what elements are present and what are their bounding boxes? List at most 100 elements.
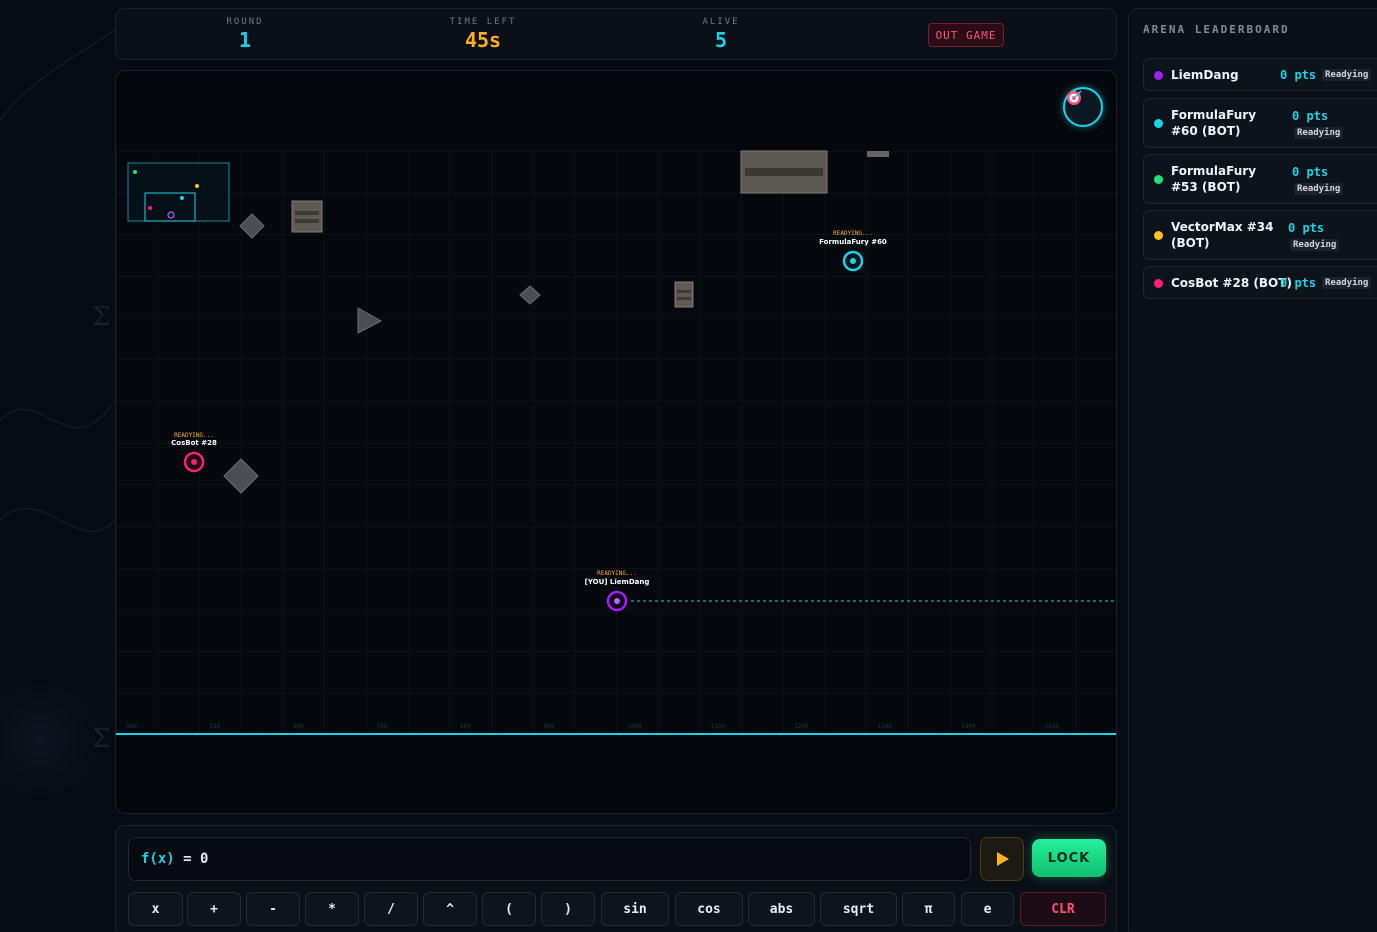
obstacle-stripe [677, 297, 691, 300]
arena-leaderboard: ARENA LEADERBOARD LiemDang 0 pts Readyin… [1128, 8, 1377, 932]
minimap-dot [180, 196, 184, 200]
background-decoration: Σ Σ [0, 0, 115, 932]
stats-bar: ROUND 1 TIME LEFT 45s ALIVE 5 OUT GAME [115, 8, 1117, 60]
formula-prefix: f(x) [141, 851, 175, 867]
player-core [850, 258, 856, 264]
target-icon [1067, 90, 1082, 105]
arena-canvas: 100 150 600 700 800 900 1000 1100 1200 1300 1400 15… [116, 150, 1116, 735]
player-color-dot [1154, 231, 1163, 240]
arena-grid [116, 151, 1116, 733]
round-value: 1 [238, 28, 252, 52]
player-color-dot [1154, 279, 1163, 288]
axis-tick-label: 1400 [961, 723, 976, 730]
key-e[interactable]: e [961, 892, 1014, 926]
leaderboard-name: FormulaFury #60 (BOT) [1171, 108, 1257, 138]
recenter-target-button[interactable] [1063, 87, 1103, 127]
player-status: READYING... [833, 230, 873, 237]
player-label: CosBot #28 [171, 439, 217, 447]
leaderboard-status: Readying [1322, 277, 1372, 289]
sigma-glyph: Σ [92, 302, 111, 332]
leaderboard-title: ARENA LEADERBOARD [1143, 23, 1290, 36]
axis-tick-label: 1000 [627, 723, 642, 730]
axis-tick-label: 1100 [711, 723, 726, 730]
leaderboard-name: CosBot #28 (BOT) [1171, 276, 1292, 290]
obstacle-crate [674, 281, 694, 308]
key-sin[interactable]: sin [601, 892, 669, 926]
key-cos[interactable]: cos [675, 892, 743, 926]
out-game-button[interactable]: OUT GAME [928, 23, 1004, 47]
alive-label: ALIVE [702, 17, 740, 27]
leaderboard-name: VectorMax #34 (BOT) [1171, 220, 1274, 250]
leaderboard-points: 0 pts [1292, 109, 1329, 123]
player-label: [YOU] LiemDang [585, 578, 650, 586]
key-divide[interactable]: / [364, 892, 418, 926]
obstacle-crate [291, 200, 323, 233]
axis-tick-label: 150 [210, 723, 221, 730]
formula-panel: f(x) = 0 LOCK x + - * / ^ ( ) sin cos ab… [115, 825, 1117, 932]
preview-play-button[interactable] [980, 837, 1024, 881]
axis-tick-label: 800 [460, 723, 471, 730]
alive-stat: ALIVE 5 [661, 17, 781, 52]
key-power[interactable]: ^ [423, 892, 477, 926]
key-open-paren[interactable]: ( [482, 892, 536, 926]
leaderboard-name: LiemDang [1171, 68, 1239, 82]
alive-value: 5 [714, 28, 728, 52]
player-status: READYING... [174, 432, 214, 439]
lock-button[interactable]: LOCK [1032, 839, 1106, 877]
leaderboard-points: 0 pts [1292, 165, 1329, 179]
leaderboard-status: Readying [1294, 183, 1344, 195]
axis-tick-label: 1200 [794, 723, 809, 730]
time-stat: TIME LEFT 45s [423, 17, 543, 52]
player-label: FormulaFury #60 [819, 238, 887, 246]
obstacle-crate [867, 151, 889, 157]
key-clear[interactable]: CLR [1020, 892, 1106, 926]
leaderboard-points: 0 pts [1280, 276, 1317, 290]
round-label: ROUND [226, 17, 264, 27]
key-abs[interactable]: abs [748, 892, 815, 926]
leaderboard-points: 0 pts [1288, 221, 1325, 235]
player-color-dot [1154, 71, 1163, 80]
leaderboard-row: VectorMax #34 (BOT) 0 pts Readying [1143, 210, 1377, 260]
player-core [191, 459, 197, 465]
leaderboard-row: FormulaFury #53 (BOT) 0 pts Readying [1143, 154, 1377, 204]
leaderboard-name: FormulaFury #53 (BOT) [1171, 164, 1257, 194]
player-color-dot [1154, 119, 1163, 128]
key-multiply[interactable]: * [305, 892, 359, 926]
leaderboard-row: LiemDang 0 pts Readying [1143, 58, 1377, 91]
time-value: 45s [464, 28, 502, 52]
formula-input[interactable]: f(x) = 0 [128, 837, 971, 881]
obstacle-stripe [745, 168, 823, 176]
formula-expression: = 0 [174, 851, 209, 867]
leaderboard-row: FormulaFury #60 (BOT) 0 pts Readying [1143, 98, 1377, 148]
axis-tick-label: 100 [126, 723, 137, 730]
leaderboard-points: 0 pts [1280, 68, 1317, 82]
key-x[interactable]: x [128, 892, 183, 926]
minimap-dot [148, 206, 152, 210]
background-curves [0, 29, 115, 533]
time-label: TIME LEFT [449, 17, 517, 27]
minimap-dot [133, 170, 137, 174]
play-icon [997, 852, 1009, 866]
key-sqrt[interactable]: sqrt [820, 892, 897, 926]
key-plus[interactable]: + [187, 892, 241, 926]
axis-tick-label: 700 [377, 723, 388, 730]
axis-tick-label: 1500 [1045, 723, 1060, 730]
leaderboard-status: Readying [1290, 239, 1340, 251]
key-pi[interactable]: π [902, 892, 955, 926]
obstacle-stripe [295, 211, 319, 215]
minimap-dot [195, 184, 199, 188]
axis-tick-label: 900 [544, 723, 555, 730]
axis-tick-label: 600 [293, 723, 304, 730]
round-stat: ROUND 1 [185, 17, 305, 52]
game-arena[interactable]: 100 150 600 700 800 900 1000 1100 1200 1300 1400 15… [115, 70, 1117, 814]
leaderboard-status: Readying [1322, 69, 1372, 81]
obstacle-stripe [295, 219, 319, 223]
obstacle-stripe [677, 290, 691, 293]
sigma-glyph: Σ [92, 724, 111, 754]
axis-tick-label: 1300 [878, 723, 893, 730]
player-core [614, 598, 620, 604]
player-status: READYING... [597, 570, 637, 577]
leaderboard-status: Readying [1294, 127, 1344, 139]
key-close-paren[interactable]: ) [541, 892, 595, 926]
key-minus[interactable]: - [246, 892, 300, 926]
